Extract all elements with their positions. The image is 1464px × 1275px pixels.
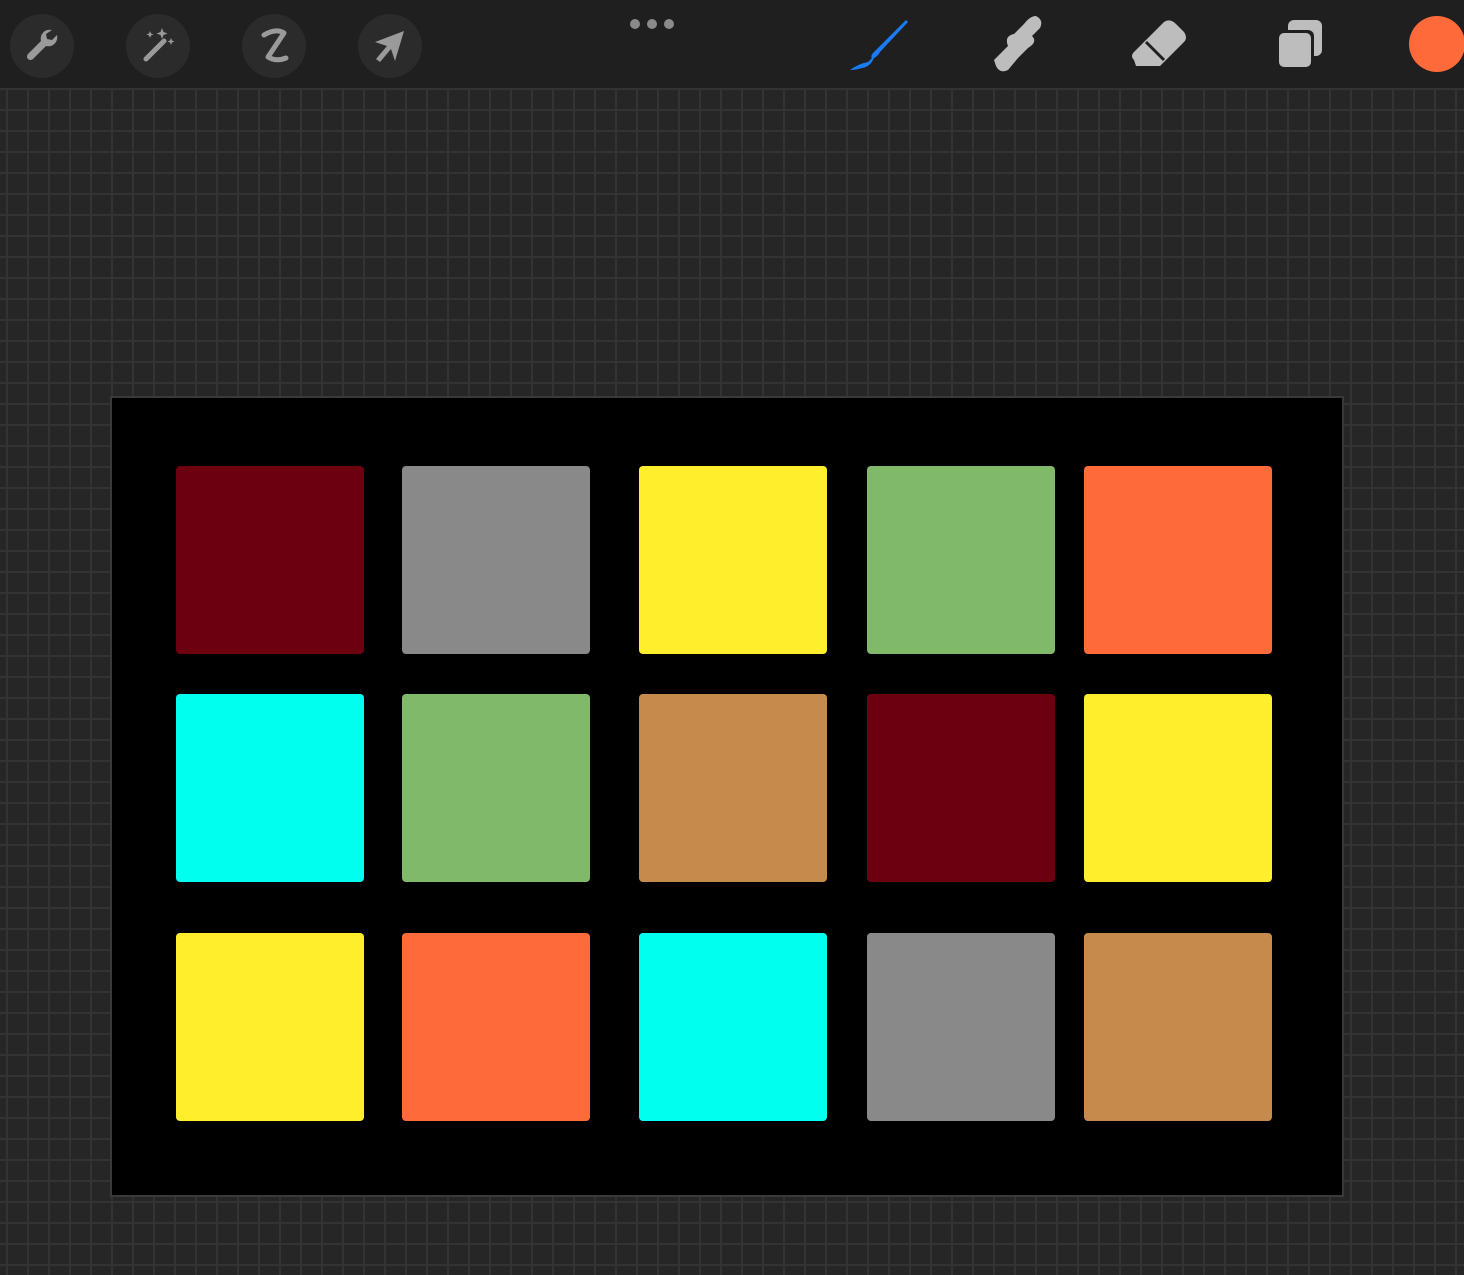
color-swatch-block [402, 466, 590, 654]
eraser-tool-button[interactable] [1126, 12, 1192, 78]
color-swatch-block [1084, 933, 1272, 1121]
layers-icon [1276, 20, 1322, 70]
color-swatch-block [176, 933, 364, 1121]
color-swatch-block [1084, 694, 1272, 882]
smudge-finger-icon [994, 16, 1042, 72]
actions-button[interactable] [10, 14, 74, 78]
color-swatch-block [639, 466, 827, 654]
color-swatch-block [867, 466, 1055, 654]
eraser-icon [1132, 20, 1186, 66]
more-options-button[interactable] [624, 12, 680, 36]
color-swatch-block [402, 694, 590, 882]
magic-wand-icon [143, 28, 175, 62]
color-swatch-block [1084, 466, 1272, 654]
color-swatch-block [176, 694, 364, 882]
brush-tool-button[interactable] [846, 12, 912, 78]
ellipsis-icon [630, 19, 674, 29]
current-color-swatch[interactable] [1409, 16, 1464, 72]
color-swatch-block [639, 694, 827, 882]
color-swatch-block [176, 466, 364, 654]
selection-button[interactable] [242, 14, 306, 78]
top-toolbar [0, 0, 1464, 88]
selection-s-icon [261, 28, 289, 63]
color-swatch-block [402, 933, 590, 1121]
smudge-tool-button[interactable] [986, 12, 1052, 78]
arrow-cursor-icon [375, 31, 404, 62]
layers-tool-button[interactable] [1266, 12, 1332, 78]
color-swatch-block [867, 694, 1055, 882]
color-swatch-block [867, 933, 1055, 1121]
wrench-icon [26, 29, 58, 61]
brush-icon [850, 20, 908, 70]
canvas-artboard[interactable] [110, 396, 1344, 1197]
adjustments-button[interactable] [126, 14, 190, 78]
procreate-app [0, 0, 1464, 1275]
transform-button[interactable] [358, 14, 422, 78]
color-swatch-block [639, 933, 827, 1121]
